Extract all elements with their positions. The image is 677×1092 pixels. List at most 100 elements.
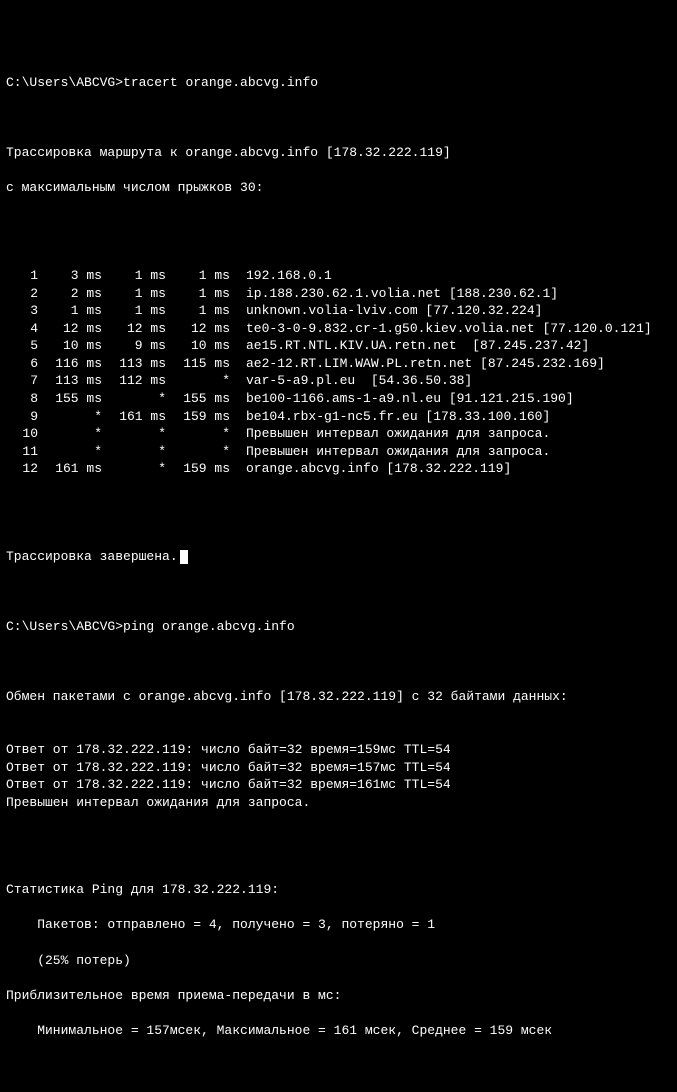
hop-host: ip.188.230.62.1.volia.net [188.230.62.1] bbox=[246, 285, 558, 303]
blank-line bbox=[6, 653, 671, 671]
hop-number: 9 bbox=[6, 408, 38, 426]
ping-time-stats: Минимальное = 157мсек, Максимальное = 16… bbox=[6, 1022, 671, 1040]
hop-time-2: 1 ms bbox=[102, 267, 166, 285]
hop-number: 1 bbox=[6, 267, 38, 285]
hop-number: 11 bbox=[6, 443, 38, 461]
hop-time-1: * bbox=[38, 425, 102, 443]
tracert-hop-row: 510 ms9 ms10 msae15.RT.NTL.KIV.UA.retn.n… bbox=[6, 337, 671, 355]
tracert-hop-row: 412 ms12 ms12 mste0-3-0-9.832.cr-1.g50.k… bbox=[6, 320, 671, 338]
trace-done-line: Трассировка завершена. bbox=[6, 548, 671, 566]
hop-time-1: 10 ms bbox=[38, 337, 102, 355]
hop-time-3: 1 ms bbox=[166, 267, 230, 285]
hop-number: 6 bbox=[6, 355, 38, 373]
ping-reply-line: Превышен интервал ожидания для запроса. bbox=[6, 794, 671, 812]
hop-host: unknown.volia-lviv.com [77.120.32.224] bbox=[246, 302, 542, 320]
hop-time-3: 12 ms bbox=[166, 320, 230, 338]
ping-reply-line: Ответ от 178.32.222.119: число байт=32 в… bbox=[6, 776, 671, 794]
prompt-path: C:\Users\ABCVG> bbox=[6, 75, 123, 90]
gap bbox=[230, 460, 246, 478]
tracert-hop-row: 7113 ms112 ms*var-5-a9.pl.eu [54.36.50.3… bbox=[6, 372, 671, 390]
command-tracert: tracert orange.abcvg.info bbox=[123, 75, 318, 90]
blank-line bbox=[6, 109, 671, 127]
hop-time-2: 112 ms bbox=[102, 372, 166, 390]
hop-host: ae2-12.RT.LIM.WAW.PL.retn.net [87.245.23… bbox=[246, 355, 605, 373]
tracert-hop-row: 22 ms1 ms1 msip.188.230.62.1.volia.net [… bbox=[6, 285, 671, 303]
hop-host: Превышен интервал ожидания для запроса. bbox=[246, 443, 550, 461]
hop-time-3: 1 ms bbox=[166, 302, 230, 320]
hop-time-1: 155 ms bbox=[38, 390, 102, 408]
gap bbox=[230, 302, 246, 320]
hop-number: 12 bbox=[6, 460, 38, 478]
command-ping: ping orange.abcvg.info bbox=[123, 619, 295, 634]
tracert-hop-row: 11***Превышен интервал ожидания для запр… bbox=[6, 443, 671, 461]
hop-host: be104.rbx-g1-nc5.fr.eu [178.33.100.160] bbox=[246, 408, 550, 426]
hop-host: te0-3-0-9.832.cr-1.g50.kiev.volia.net [7… bbox=[246, 320, 652, 338]
hop-time-3: * bbox=[166, 425, 230, 443]
hop-time-3: * bbox=[166, 372, 230, 390]
hop-number: 10 bbox=[6, 425, 38, 443]
gap bbox=[230, 320, 246, 338]
hop-time-3: 159 ms bbox=[166, 408, 230, 426]
tracert-hop-row: 31 ms1 ms1 msunknown.volia-lviv.com [77.… bbox=[6, 302, 671, 320]
hop-number: 2 bbox=[6, 285, 38, 303]
hop-host: be100-1166.ams-1-a9.nl.eu [91.121.215.19… bbox=[246, 390, 574, 408]
ping-header: Обмен пакетами с orange.abcvg.info [178.… bbox=[6, 688, 671, 706]
hop-time-1: * bbox=[38, 408, 102, 426]
ping-replies: Ответ от 178.32.222.119: число байт=32 в… bbox=[6, 741, 671, 811]
tracert-hop-row: 8155 ms*155 msbe100-1166.ams-1-a9.nl.eu … bbox=[6, 390, 671, 408]
blank-line bbox=[6, 513, 671, 531]
blank-line bbox=[6, 215, 671, 233]
hop-host: 192.168.0.1 bbox=[246, 267, 332, 285]
hop-time-3: 1 ms bbox=[166, 285, 230, 303]
tracert-hops: 13 ms1 ms1 ms192.168.0.122 ms1 ms1 msip.… bbox=[6, 267, 671, 478]
prompt-tracert[interactable]: C:\Users\ABCVG>tracert orange.abcvg.info bbox=[6, 74, 671, 92]
hop-time-1: 161 ms bbox=[38, 460, 102, 478]
hop-time-1: 116 ms bbox=[38, 355, 102, 373]
hop-time-2: * bbox=[102, 390, 166, 408]
hop-time-2: 1 ms bbox=[102, 285, 166, 303]
hop-time-3: 10 ms bbox=[166, 337, 230, 355]
hop-time-3: 155 ms bbox=[166, 390, 230, 408]
cursor-block bbox=[180, 550, 188, 564]
hop-time-2: * bbox=[102, 443, 166, 461]
hop-time-1: 1 ms bbox=[38, 302, 102, 320]
hop-time-1: 12 ms bbox=[38, 320, 102, 338]
hop-number: 3 bbox=[6, 302, 38, 320]
tracert-hop-row: 9*161 ms159 ms be104.rbx-g1-nc5.fr.eu [17… bbox=[6, 408, 671, 426]
ping-stats-packets: Пакетов: отправлено = 4, получено = 3, п… bbox=[6, 916, 671, 934]
tracert-hop-row: 13 ms1 ms1 ms192.168.0.1 bbox=[6, 267, 671, 285]
tracert-hop-row: 6116 ms113 ms115 msae2-12.RT.LIM.WAW.PL.… bbox=[6, 355, 671, 373]
hop-time-2: * bbox=[102, 460, 166, 478]
hop-time-1: 3 ms bbox=[38, 267, 102, 285]
ping-stats-loss: (25% потерь) bbox=[6, 952, 671, 970]
hop-time-1: 113 ms bbox=[38, 372, 102, 390]
gap bbox=[230, 443, 246, 461]
hop-number: 5 bbox=[6, 337, 38, 355]
blank-line bbox=[6, 583, 671, 601]
prompt-ping[interactable]: C:\Users\ABCVG>ping orange.abcvg.info bbox=[6, 618, 671, 636]
tracert-hop-row: 10***Превышен интервал ожидания для запр… bbox=[6, 425, 671, 443]
gap bbox=[230, 390, 246, 408]
gap bbox=[230, 408, 246, 426]
gap bbox=[230, 425, 246, 443]
blank-line bbox=[6, 846, 671, 864]
tracert-hop-row: 12161 ms*159 msorange.abcvg.info [178.32… bbox=[6, 460, 671, 478]
gap bbox=[230, 285, 246, 303]
gap bbox=[230, 372, 246, 390]
hop-number: 7 bbox=[6, 372, 38, 390]
hop-time-2: 12 ms bbox=[102, 320, 166, 338]
trace-header-2: с максимальным числом прыжков 30: bbox=[6, 179, 671, 197]
gap bbox=[230, 337, 246, 355]
hop-host: Превышен интервал ожидания для запроса. bbox=[246, 425, 550, 443]
hop-time-2: 161 ms bbox=[102, 408, 166, 426]
ping-reply-line: Ответ от 178.32.222.119: число байт=32 в… bbox=[6, 741, 671, 759]
ping-time-header: Приблизительное время приема-передачи в … bbox=[6, 987, 671, 1005]
hop-time-3: 159 ms bbox=[166, 460, 230, 478]
hop-time-2: * bbox=[102, 425, 166, 443]
hop-host: ae15.RT.NTL.KIV.UA.retn.net [87.245.237.… bbox=[246, 337, 589, 355]
hop-time-1: * bbox=[38, 443, 102, 461]
hop-time-3: * bbox=[166, 443, 230, 461]
hop-number: 4 bbox=[6, 320, 38, 338]
hop-time-2: 1 ms bbox=[102, 302, 166, 320]
hop-time-2: 9 ms bbox=[102, 337, 166, 355]
